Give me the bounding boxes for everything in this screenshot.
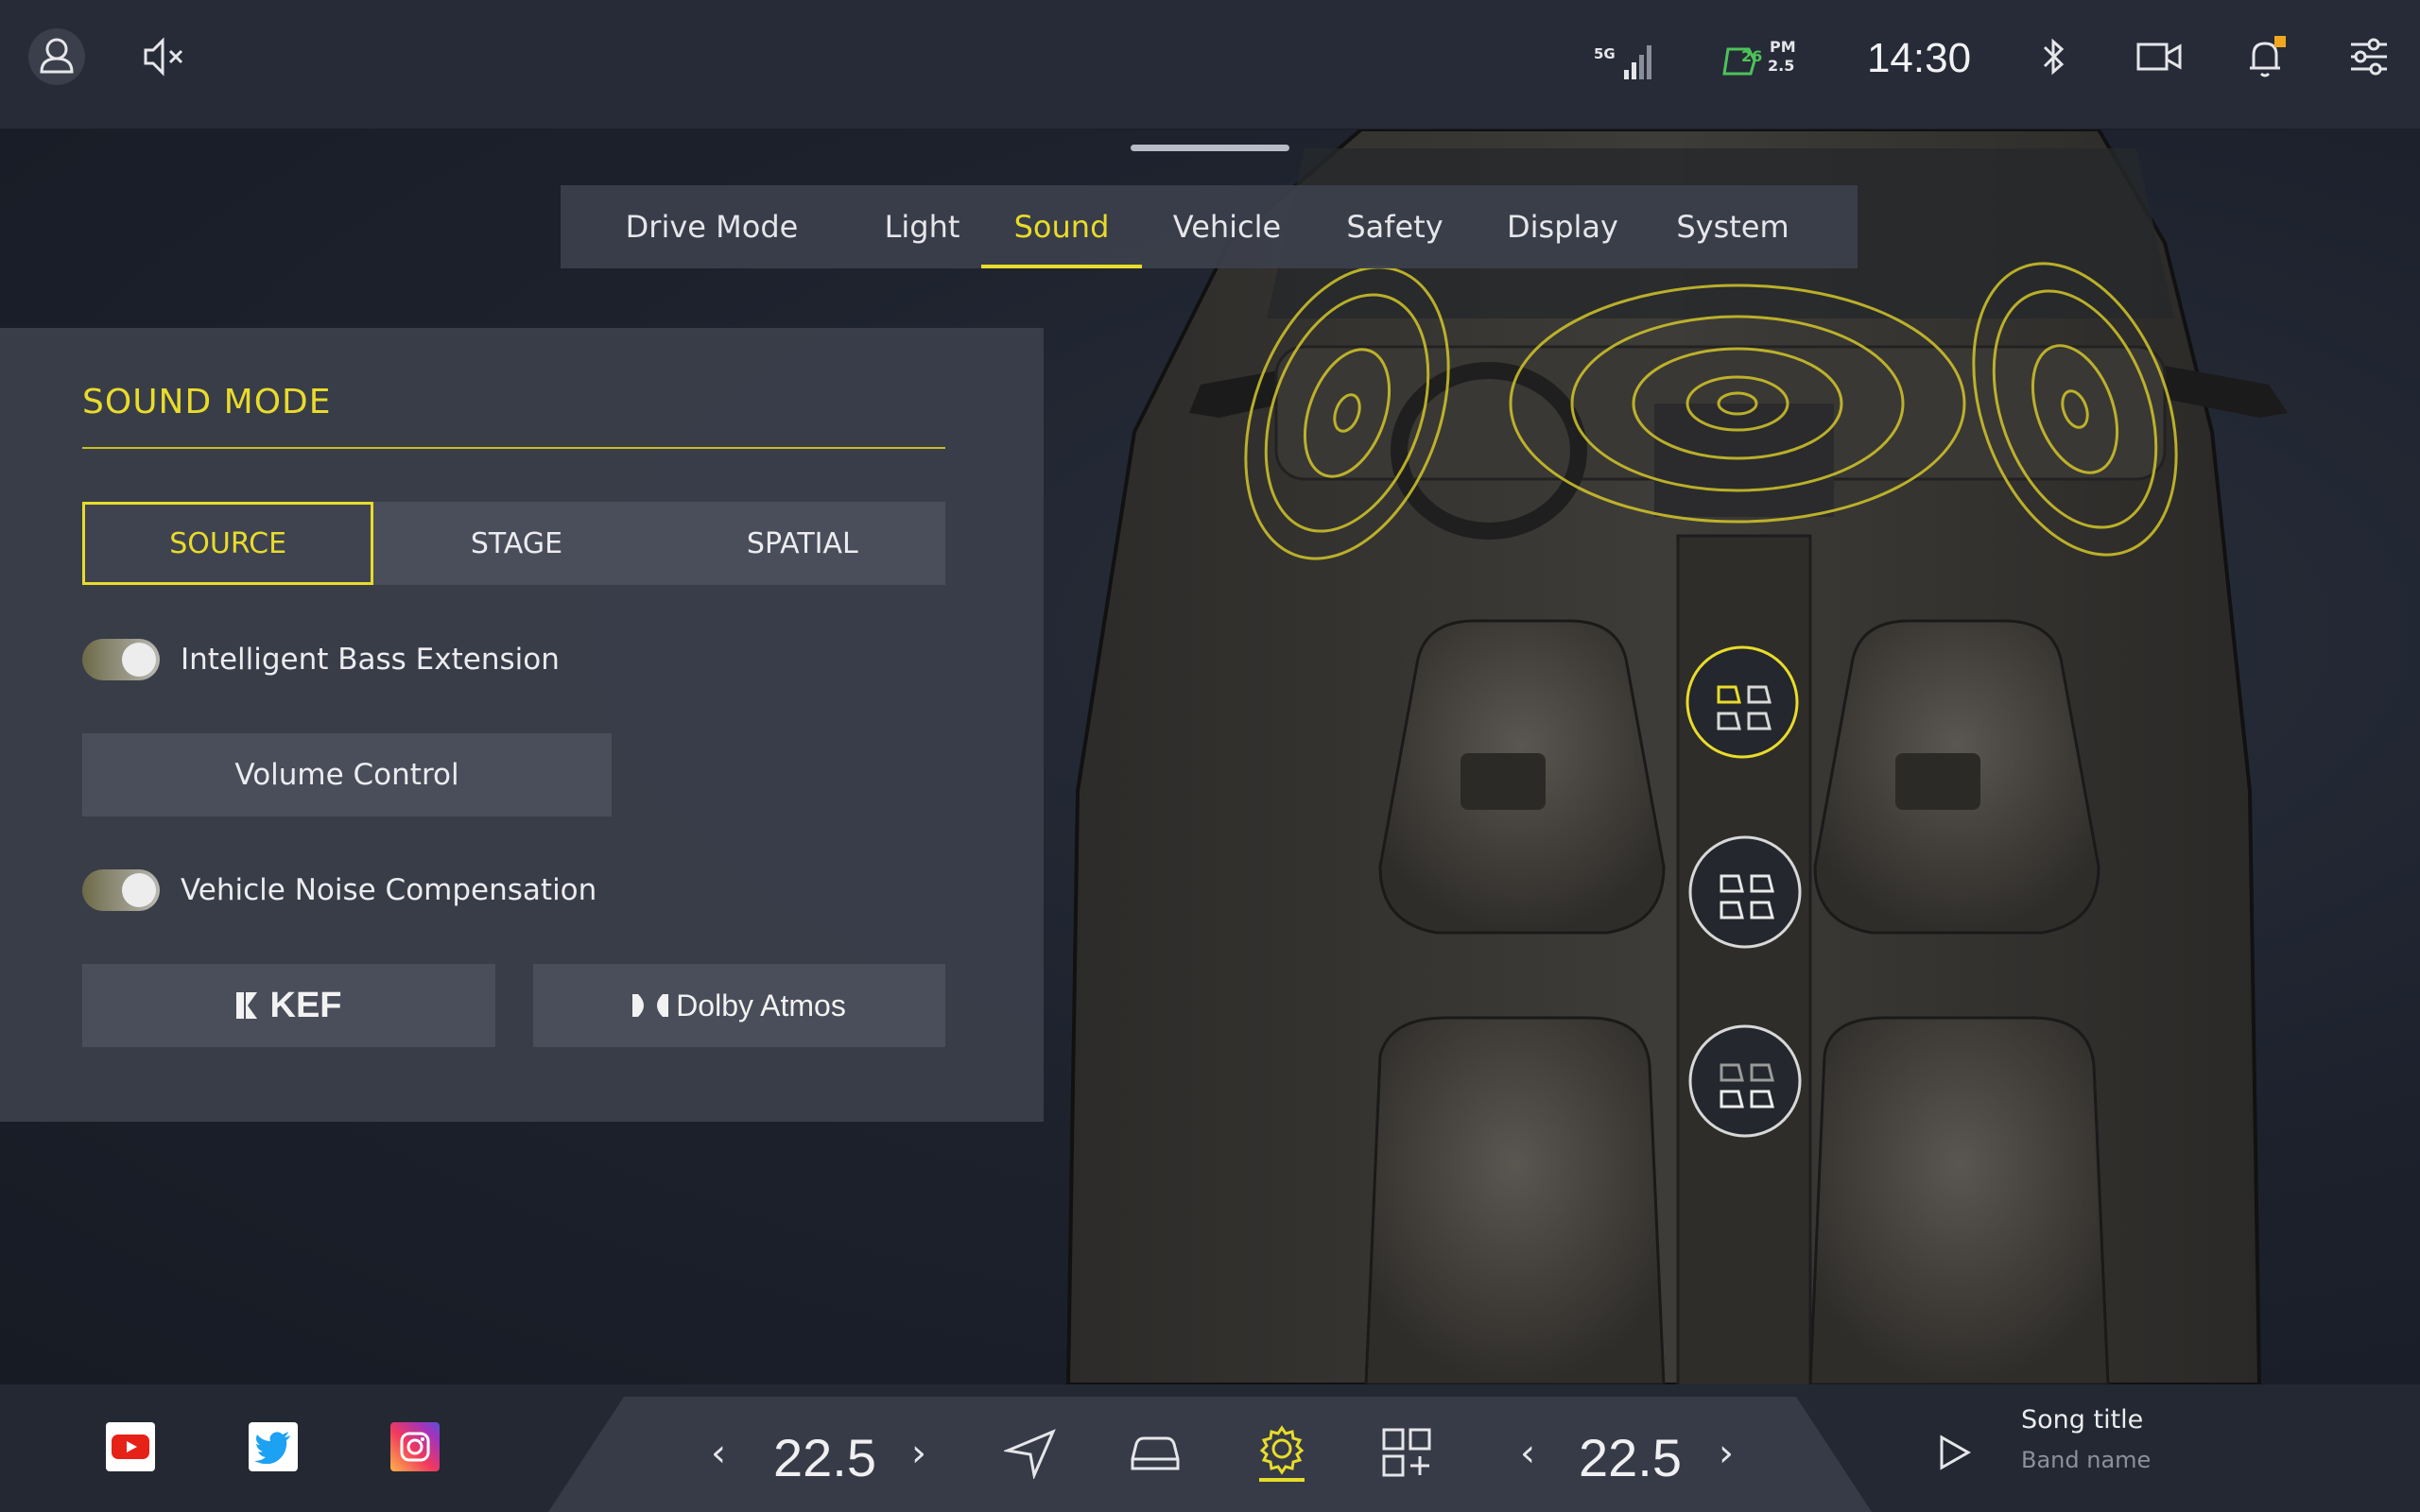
kef-label: KEF xyxy=(269,985,342,1025)
dolby-atmos-button[interactable]: Dolby Atmos xyxy=(533,964,945,1047)
aqi-value: 26 xyxy=(1741,47,1763,65)
noise-compensation-label: Vehicle Noise Compensation xyxy=(181,873,597,907)
navigation-icon[interactable] xyxy=(1000,1422,1061,1483)
seat-zone-front-button[interactable] xyxy=(1685,645,1799,759)
noise-compensation-row: Vehicle Noise Compensation xyxy=(82,867,596,914)
tab-vehicle[interactable]: Vehicle xyxy=(1142,185,1312,268)
profile-icon[interactable] xyxy=(26,26,87,87)
apps-grid-icon[interactable] xyxy=(1376,1422,1437,1483)
settings-sliders-icon[interactable] xyxy=(2339,26,2399,87)
volume-control-button[interactable]: Volume Control xyxy=(82,733,612,816)
signal-icon: 5G xyxy=(1594,38,1662,83)
mute-icon[interactable] xyxy=(132,26,193,87)
bass-extension-toggle[interactable] xyxy=(82,639,160,680)
right-temp-increase[interactable]: › xyxy=(1719,1432,1734,1475)
air-quality-indicator: 26 PM 2.5 xyxy=(1720,38,1815,83)
tab-sound[interactable]: Sound xyxy=(981,185,1142,268)
dolby-label: Dolby Atmos xyxy=(676,988,846,1022)
sound-mode-panel: SOUND MODE SOURCE STAGE SPATIAL Intellig… xyxy=(0,328,1044,1122)
right-temperature: 22.5 xyxy=(1579,1428,1682,1487)
settings-tab-bar: Drive Mode Light Sound Vehicle Safety Di… xyxy=(561,185,1858,268)
left-temperature: 22.5 xyxy=(773,1428,876,1487)
noise-compensation-toggle[interactable] xyxy=(82,869,160,911)
kef-logo-icon xyxy=(235,992,257,1019)
dolby-logo-icon xyxy=(632,994,669,1017)
band-name: Band name xyxy=(2021,1447,2152,1473)
pm-value: 2.5 xyxy=(1768,57,1795,75)
seat-zone-all-button[interactable] xyxy=(1688,835,1802,949)
left-temp-increase[interactable]: › xyxy=(911,1432,926,1475)
camera-icon[interactable] xyxy=(2129,26,2189,87)
pm-label: PM xyxy=(1770,38,1796,56)
tab-drive-mode[interactable]: Drive Mode xyxy=(561,185,863,268)
tab-light[interactable]: Light xyxy=(863,185,981,268)
instagram-icon[interactable] xyxy=(390,1422,440,1471)
tab-display[interactable]: Display xyxy=(1478,185,1648,268)
toggle-knob xyxy=(122,643,156,677)
tab-safety[interactable]: Safety xyxy=(1312,185,1478,268)
spatial-mode-button[interactable]: SPATIAL xyxy=(660,502,945,585)
bass-extension-row: Intelligent Bass Extension xyxy=(82,636,560,683)
toggle-knob xyxy=(122,873,156,907)
status-bar: 5G 26 PM 2.5 14:30 xyxy=(0,0,2420,129)
panel-title: SOUND MODE xyxy=(82,383,332,421)
drag-handle[interactable] xyxy=(1131,145,1289,151)
right-temp-decrease[interactable]: ‹ xyxy=(1520,1432,1535,1475)
notification-bell-icon[interactable] xyxy=(2235,26,2295,87)
seat-zone-rear-button[interactable] xyxy=(1688,1024,1802,1138)
tab-system[interactable]: System xyxy=(1648,185,1818,268)
source-mode-button[interactable]: SOURCE xyxy=(82,502,374,585)
settings-gear-icon[interactable] xyxy=(1252,1422,1312,1483)
kef-button[interactable]: KEF xyxy=(82,964,495,1047)
play-icon[interactable] xyxy=(1923,1422,1983,1483)
sound-mode-selector: SOURCE STAGE SPATIAL xyxy=(82,502,945,585)
car-icon[interactable] xyxy=(1125,1422,1185,1483)
bass-extension-label: Intelligent Bass Extension xyxy=(181,643,560,677)
twitter-icon[interactable] xyxy=(249,1422,298,1471)
bluetooth-icon[interactable] xyxy=(2023,26,2083,87)
left-temp-decrease[interactable]: ‹ xyxy=(711,1432,726,1475)
youtube-icon[interactable] xyxy=(106,1422,155,1471)
clock: 14:30 xyxy=(1866,35,1972,81)
title-divider xyxy=(82,447,945,449)
song-title: Song title xyxy=(2021,1405,2144,1435)
stage-mode-button[interactable]: STAGE xyxy=(373,502,659,585)
